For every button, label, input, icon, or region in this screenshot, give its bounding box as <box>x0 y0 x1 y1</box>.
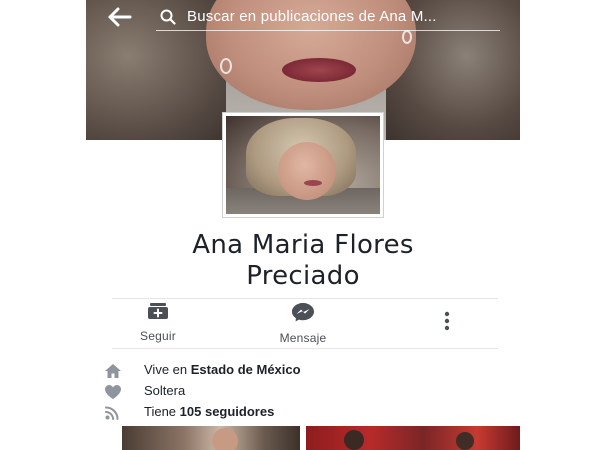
divider <box>112 298 498 299</box>
follow-label: Seguir <box>140 329 176 343</box>
photo-thumbnail[interactable] <box>122 426 300 450</box>
relationship-text: Soltera <box>144 383 186 398</box>
heart-icon <box>105 385 121 399</box>
location-text: Vive en Estado de México <box>144 362 301 377</box>
more-vertical-icon <box>444 311 450 331</box>
messenger-icon <box>292 303 314 322</box>
followers-text: Tiene 105 seguidores <box>144 404 275 419</box>
search-icon <box>160 9 176 25</box>
home-icon <box>105 364 121 378</box>
followers-count-link[interactable]: 105 seguidores <box>180 404 275 419</box>
info-followers: Tiene 105 seguidores <box>104 403 514 423</box>
more-options-button[interactable] <box>432 310 462 334</box>
profile-name-line1: Ana Maria Flores <box>192 230 414 260</box>
photo-strip <box>122 426 520 450</box>
profile-name: Ana Maria Flores Preciado <box>86 230 520 292</box>
info-location: Vive en Estado de México <box>104 361 514 381</box>
follow-button[interactable]: Seguir <box>126 302 190 343</box>
message-label: Mensaje <box>279 331 327 345</box>
message-button[interactable]: Mensaje <box>266 302 340 345</box>
back-button[interactable] <box>106 6 134 28</box>
search-placeholder: Buscar en publicaciones de Ana M... <box>187 8 437 25</box>
profile-screen: Buscar en publicaciones de Ana M... Ana … <box>86 0 520 450</box>
profile-name-line2: Preciado <box>246 261 360 291</box>
rss-icon <box>105 406 119 420</box>
profile-picture[interactable] <box>222 112 384 218</box>
follow-add-icon <box>148 303 168 319</box>
location-value[interactable]: Estado de México <box>191 362 301 377</box>
divider <box>112 348 498 349</box>
photo-thumbnail[interactable] <box>306 426 520 450</box>
search-input[interactable]: Buscar en publicaciones de Ana M... <box>156 3 500 31</box>
back-arrow-icon <box>108 7 132 27</box>
info-relationship: Soltera <box>104 382 514 402</box>
